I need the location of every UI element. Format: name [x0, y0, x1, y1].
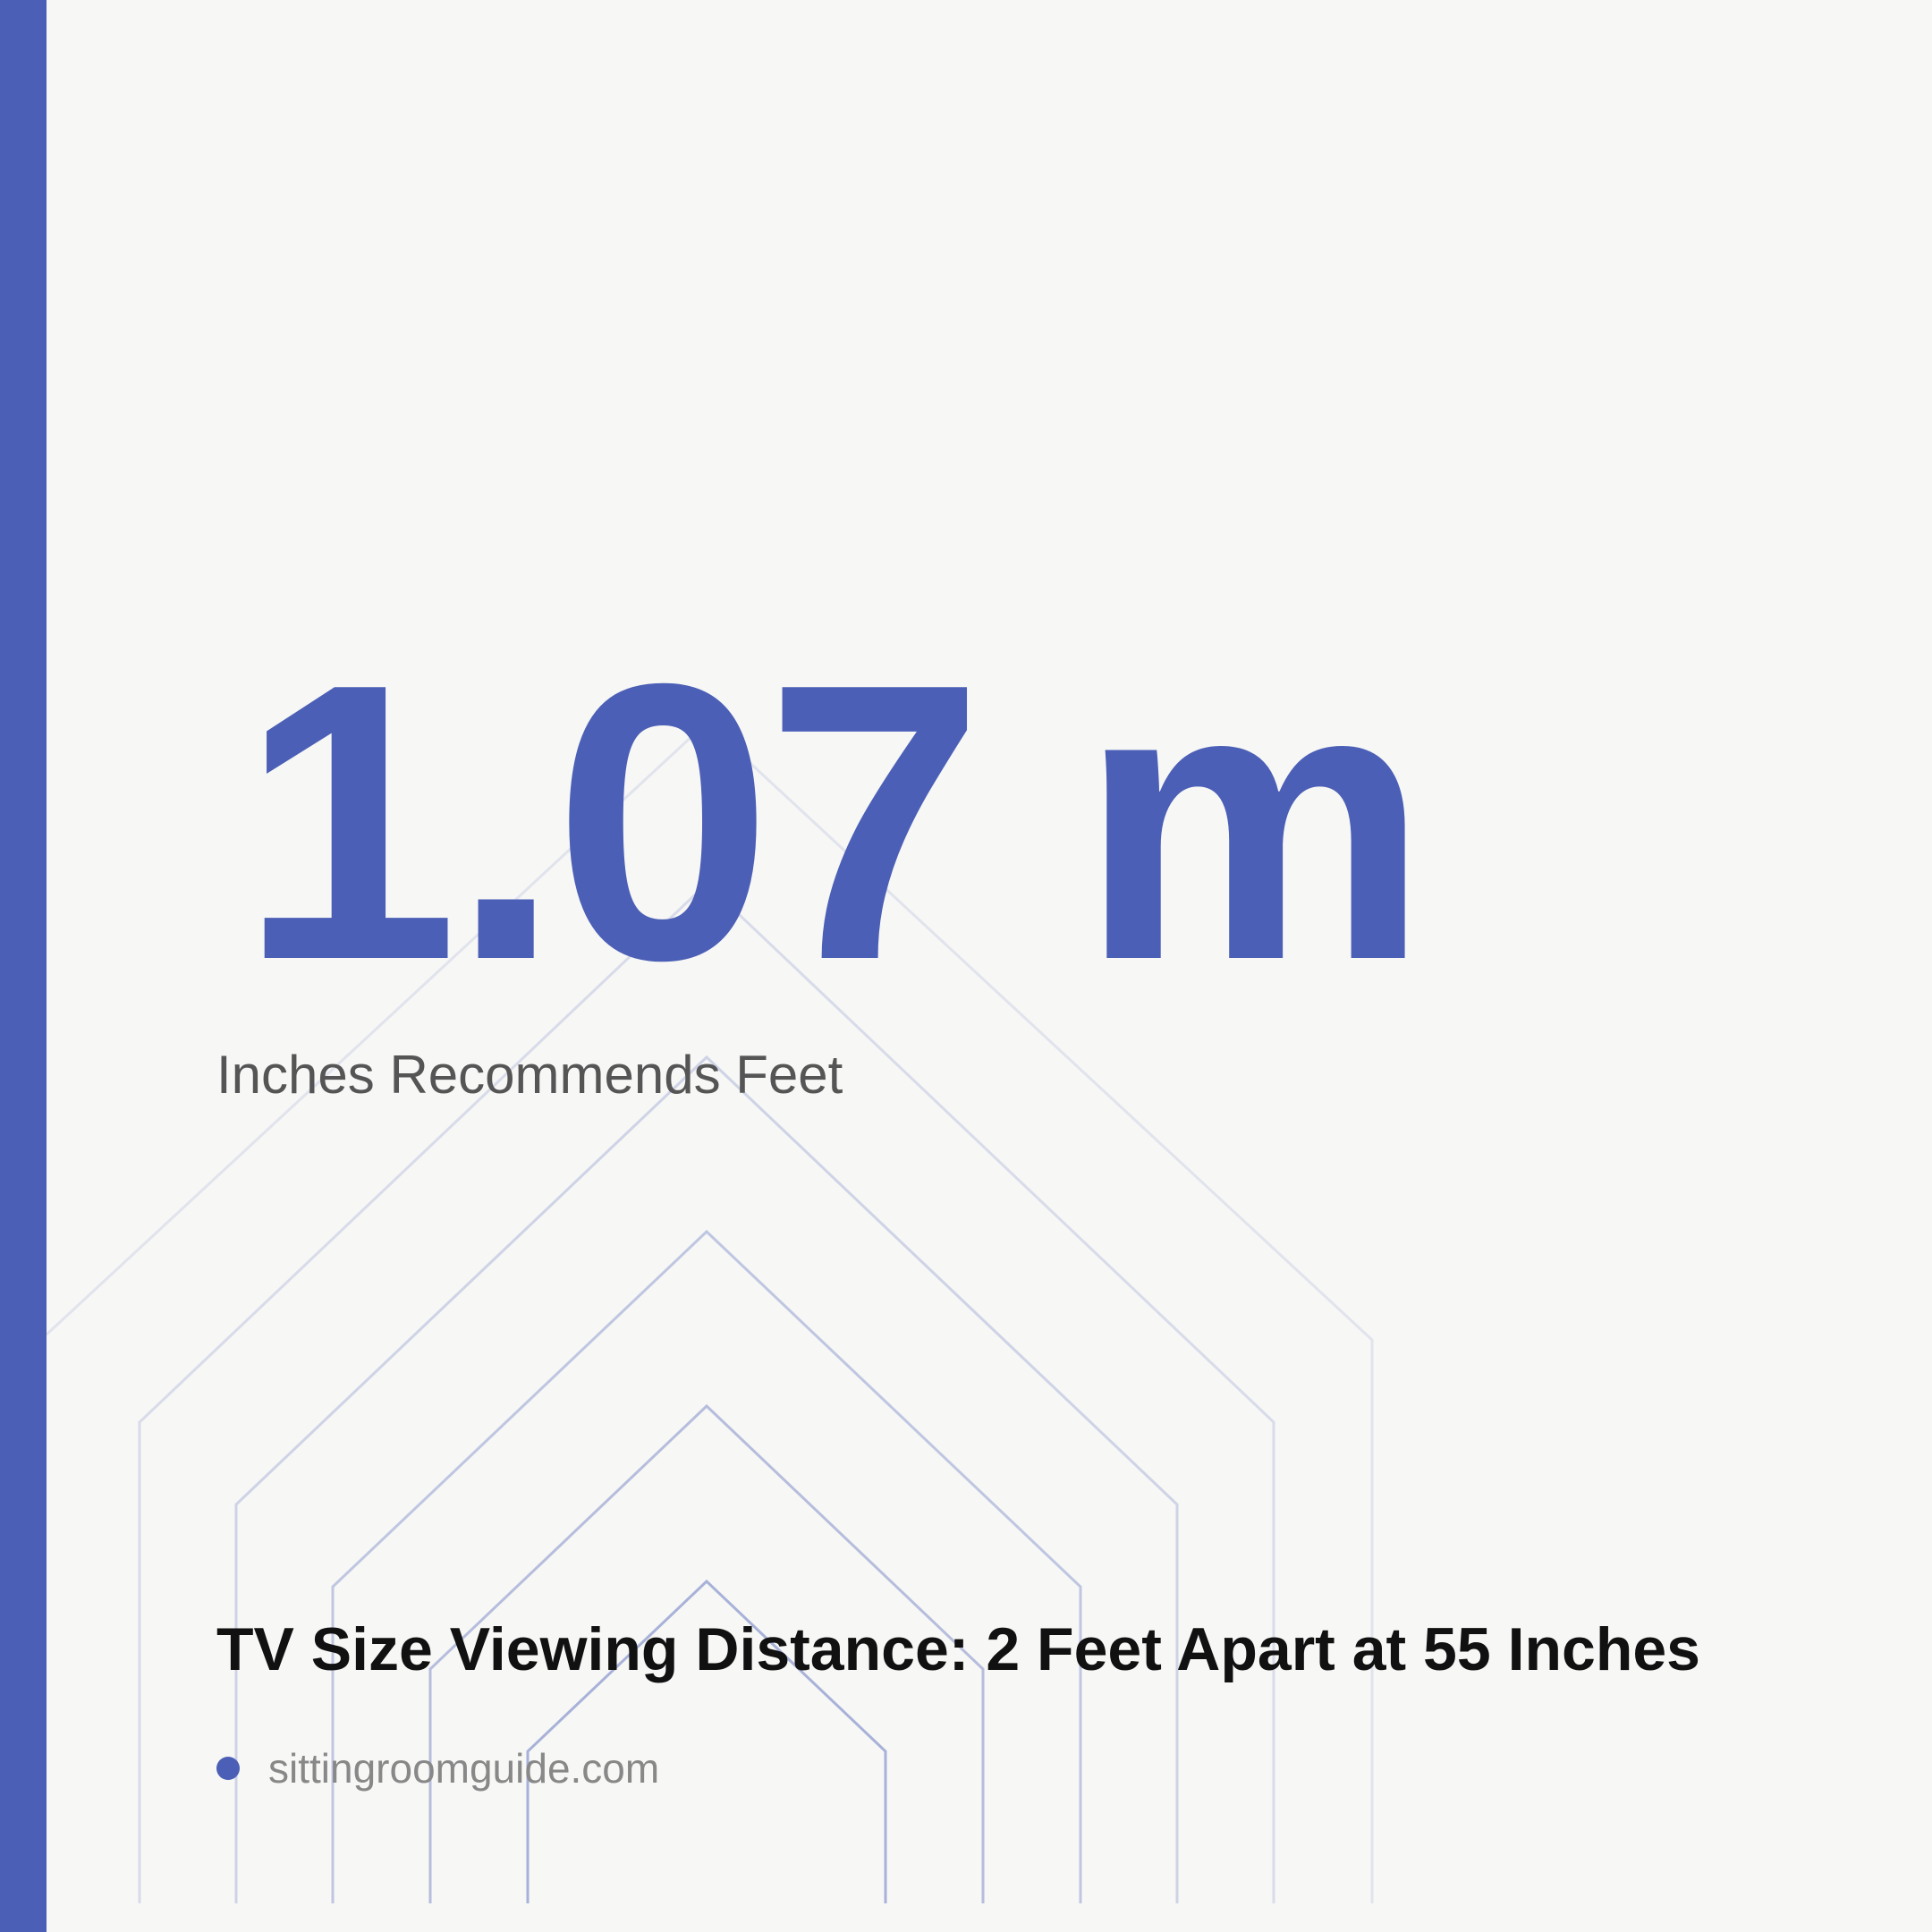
subtitle: Inches Recommends Feet — [216, 1045, 843, 1105]
house-outline-4 — [331, 1229, 1082, 1903]
source-row: sittingroomguide.com — [216, 1748, 659, 1789]
headline-value: 1.07 m — [240, 603, 1429, 1042]
page-title: TV Size Viewing Distance: 2 Feet Apart a… — [216, 1615, 1700, 1683]
source-dot-icon — [216, 1757, 240, 1780]
source-label: sittingroomguide.com — [268, 1745, 660, 1792]
